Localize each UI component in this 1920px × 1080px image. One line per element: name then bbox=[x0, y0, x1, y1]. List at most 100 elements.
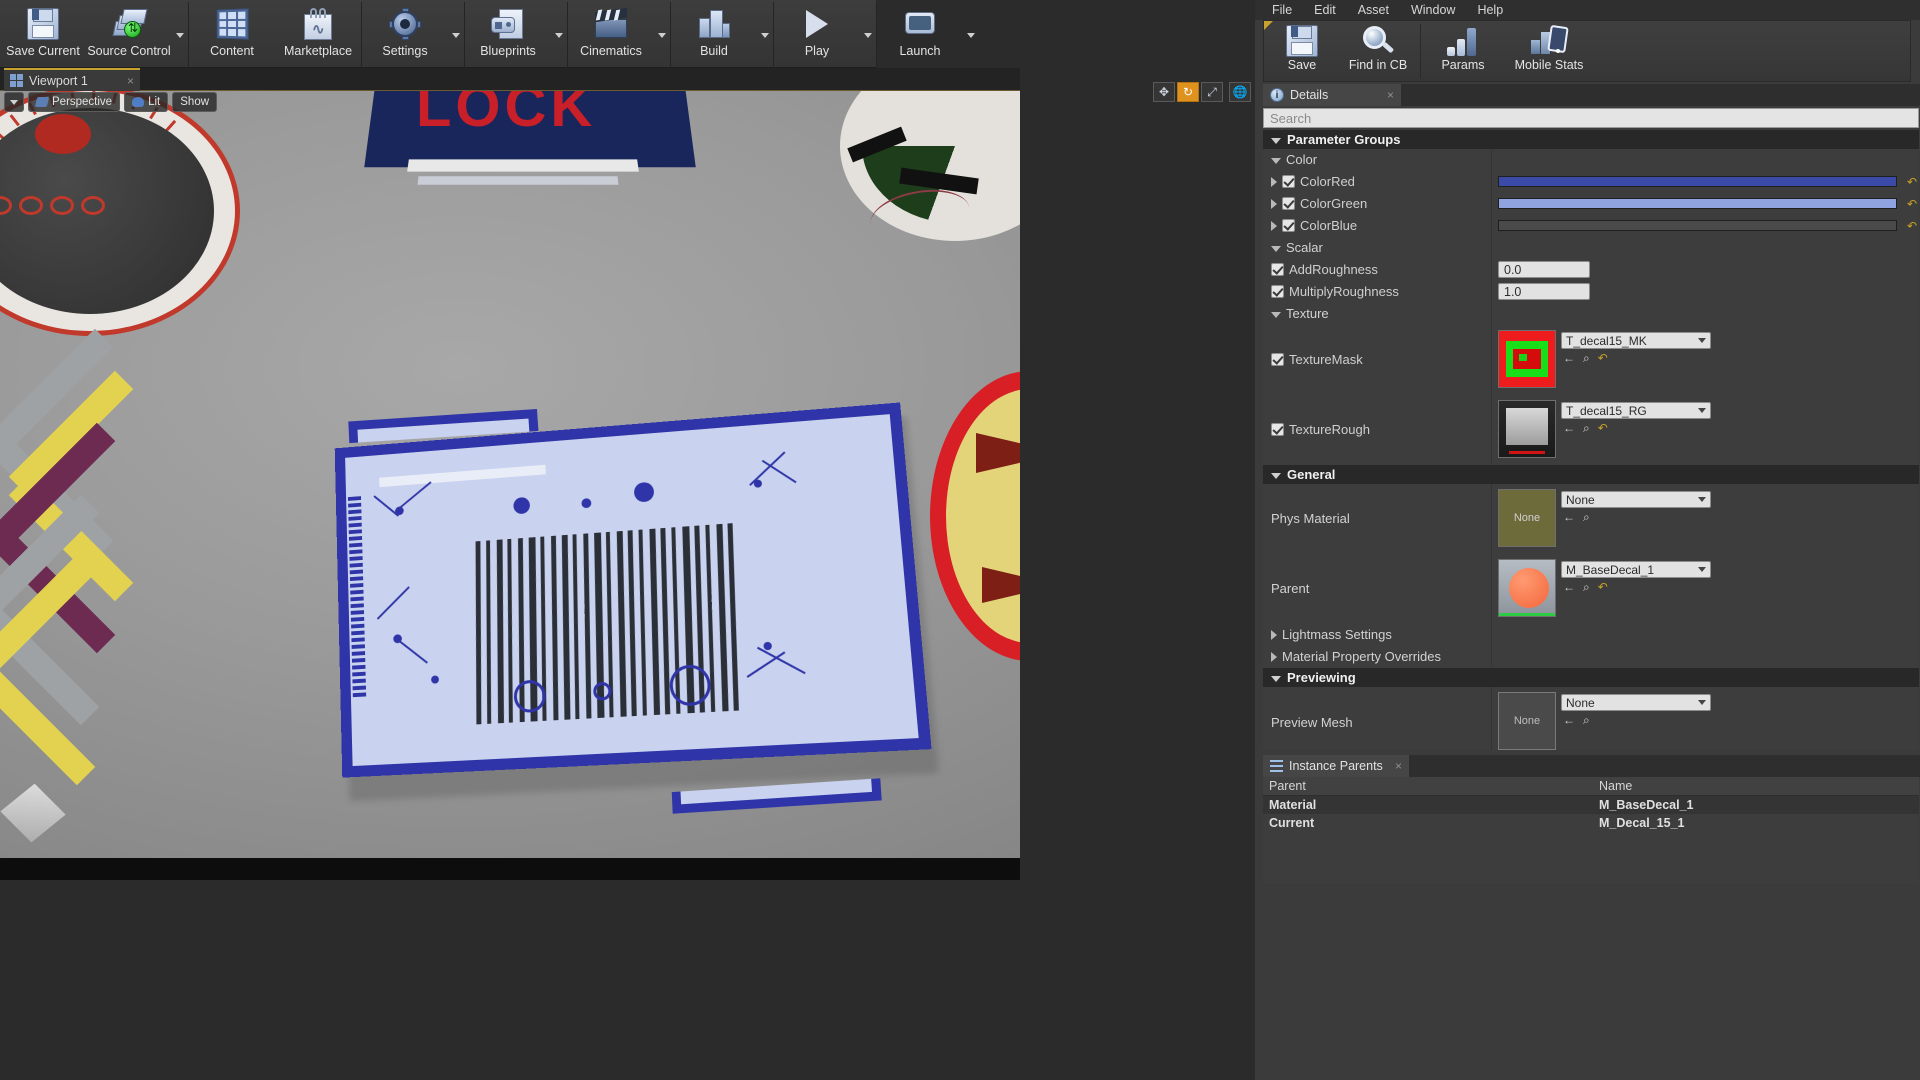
row-parent[interactable]: Parent M_BaseDecal_1 ← ⌕ ↶ bbox=[1263, 554, 1919, 624]
colorblue-checkbox[interactable] bbox=[1282, 219, 1295, 232]
addroughness-checkbox[interactable] bbox=[1271, 263, 1284, 276]
launch-button[interactable]: Launch bbox=[877, 2, 963, 66]
tab-viewport-1[interactable]: Viewport 1 × bbox=[4, 68, 140, 91]
param-texturemask[interactable]: TextureMask T_decal15_MK ← ⌕ ↶ bbox=[1263, 325, 1919, 395]
chevron-right-icon[interactable] bbox=[1271, 176, 1277, 187]
details-panel-body[interactable]: Parameter Groups Color ColorRed ↶ ColorG… bbox=[1263, 130, 1919, 750]
parent-browse-icon[interactable]: ⌕ bbox=[1583, 581, 1590, 593]
preview-mesh-use-selected-icon[interactable]: ← bbox=[1563, 714, 1575, 726]
phys-material-use-selected-icon[interactable]: ← bbox=[1563, 511, 1575, 523]
rotate-gizmo-icon[interactable]: ↻ bbox=[1177, 82, 1199, 102]
category-parameter-groups[interactable]: Parameter Groups bbox=[1263, 130, 1919, 149]
param-addroughness[interactable]: AddRoughness 0.0 bbox=[1263, 259, 1919, 281]
texturemask-use-selected-icon[interactable]: ← bbox=[1563, 352, 1575, 364]
row-phys-material[interactable]: Phys Material None None ← ⌕ bbox=[1263, 484, 1919, 554]
row-material-property-overrides[interactable]: Material Property Overrides bbox=[1263, 646, 1919, 668]
preview-mesh-thumbnail[interactable]: None bbox=[1498, 692, 1556, 750]
colorred-checkbox[interactable] bbox=[1282, 175, 1295, 188]
colorgreen-checkbox[interactable] bbox=[1282, 197, 1295, 210]
parent-thumbnail[interactable] bbox=[1498, 559, 1556, 617]
param-colorblue[interactable]: ColorBlue ↶ bbox=[1263, 215, 1919, 237]
save-current-button[interactable]: Save Current bbox=[0, 2, 86, 66]
show-flags-button[interactable]: Show bbox=[172, 92, 218, 112]
param-multiplyroughness[interactable]: MultiplyRoughness 1.0 bbox=[1263, 281, 1919, 303]
multiplyroughness-value-field[interactable]: 1.0 bbox=[1498, 283, 1590, 300]
menu-asset[interactable]: Asset bbox=[1347, 0, 1400, 20]
group-scalar[interactable]: Scalar bbox=[1263, 237, 1919, 259]
group-texture[interactable]: Texture bbox=[1263, 303, 1919, 325]
colorred-reset-icon[interactable]: ↶ bbox=[1907, 176, 1919, 188]
viewport-3d[interactable]: LOCK bbox=[0, 91, 1020, 880]
viewport-options-button[interactable] bbox=[4, 92, 24, 112]
settings-dropdown-caret[interactable] bbox=[448, 2, 464, 68]
preview-mesh-combo[interactable]: None bbox=[1561, 694, 1711, 711]
texturerough-browse-icon[interactable]: ⌕ bbox=[1583, 422, 1590, 434]
phys-material-combo[interactable]: None bbox=[1561, 491, 1711, 508]
phys-material-browse-icon[interactable]: ⌕ bbox=[1583, 511, 1590, 523]
instance-parents-tab-close-icon[interactable]: × bbox=[1395, 759, 1402, 773]
content-button[interactable]: Content bbox=[189, 2, 275, 66]
cinematics-button[interactable]: Cinematics bbox=[568, 2, 654, 66]
world-coords-icon[interactable]: 🌐 bbox=[1229, 82, 1251, 102]
multiplyroughness-checkbox[interactable] bbox=[1271, 285, 1284, 298]
colorgreen-reset-icon[interactable]: ↶ bbox=[1907, 198, 1919, 210]
menu-window[interactable]: Window bbox=[1400, 0, 1466, 20]
camera-perspective-button[interactable]: Perspective bbox=[28, 92, 121, 112]
menu-help[interactable]: Help bbox=[1466, 0, 1514, 20]
row-preview-mesh[interactable]: Preview Mesh None None ← ⌕ bbox=[1263, 687, 1919, 750]
phys-material-thumbnail[interactable]: None bbox=[1498, 489, 1556, 547]
param-colorred[interactable]: ColorRed ↶ bbox=[1263, 171, 1919, 193]
category-previewing[interactable]: Previewing bbox=[1263, 668, 1919, 687]
column-header-name[interactable]: Name bbox=[1593, 777, 1919, 795]
find-in-cb-button[interactable]: Find in CB bbox=[1340, 21, 1416, 81]
save-button[interactable]: Save bbox=[1264, 21, 1340, 81]
texturemask-checkbox[interactable] bbox=[1271, 353, 1284, 366]
tab-details[interactable]: i Details × bbox=[1263, 84, 1401, 106]
parent-asset-combo[interactable]: M_BaseDecal_1 bbox=[1561, 561, 1711, 578]
launch-dropdown-caret[interactable] bbox=[963, 2, 979, 68]
texturemask-thumbnail[interactable] bbox=[1498, 330, 1556, 388]
menu-edit[interactable]: Edit bbox=[1303, 0, 1347, 20]
menu-file[interactable]: File bbox=[1261, 0, 1303, 20]
param-texturerough[interactable]: TextureRough T_decal15_RG ← ⌕ ↶ bbox=[1263, 395, 1919, 465]
details-tab-close-icon[interactable]: × bbox=[1387, 88, 1394, 102]
preview-mesh-browse-icon[interactable]: ⌕ bbox=[1583, 714, 1590, 726]
params-button[interactable]: Params bbox=[1425, 21, 1501, 81]
table-row[interactable]: Current M_Decal_15_1 bbox=[1263, 814, 1919, 832]
tab-instance-parents[interactable]: Instance Parents × bbox=[1263, 755, 1409, 777]
param-colorgreen[interactable]: ColorGreen ↶ bbox=[1263, 193, 1919, 215]
texturerough-use-selected-icon[interactable]: ← bbox=[1563, 422, 1575, 434]
parent-use-selected-icon[interactable]: ← bbox=[1563, 581, 1575, 593]
blueprints-dropdown-caret[interactable] bbox=[551, 2, 567, 68]
chevron-right-icon[interactable] bbox=[1271, 198, 1277, 209]
texturemask-browse-icon[interactable]: ⌕ bbox=[1583, 352, 1590, 364]
column-header-parent[interactable]: Parent bbox=[1263, 777, 1593, 795]
view-mode-lit-button[interactable]: Lit bbox=[124, 92, 169, 112]
marketplace-button[interactable]: ∿ Marketplace bbox=[275, 2, 361, 66]
build-dropdown-caret[interactable] bbox=[757, 2, 773, 68]
colorgreen-color-swatch[interactable] bbox=[1498, 198, 1897, 209]
colorblue-color-swatch[interactable] bbox=[1498, 220, 1897, 231]
table-row[interactable]: Material M_BaseDecal_1 bbox=[1263, 796, 1919, 814]
play-dropdown-caret[interactable] bbox=[860, 2, 876, 68]
play-button[interactable]: Play bbox=[774, 2, 860, 66]
colorred-color-swatch[interactable] bbox=[1498, 176, 1897, 187]
build-button[interactable]: Build bbox=[671, 2, 757, 66]
row-lightmass-settings[interactable]: Lightmass Settings bbox=[1263, 624, 1919, 646]
colorblue-reset-icon[interactable]: ↶ bbox=[1907, 220, 1919, 232]
parent-reset-icon[interactable]: ↶ bbox=[1598, 581, 1608, 593]
viewport-tab-close-icon[interactable]: × bbox=[127, 74, 134, 88]
texturemask-reset-icon[interactable]: ↶ bbox=[1598, 352, 1608, 364]
texturerough-asset-combo[interactable]: T_decal15_RG bbox=[1561, 402, 1711, 419]
settings-button[interactable]: Settings bbox=[362, 2, 448, 66]
texturerough-checkbox[interactable] bbox=[1271, 423, 1284, 436]
texturemask-asset-combo[interactable]: T_decal15_MK bbox=[1561, 332, 1711, 349]
chevron-right-icon[interactable] bbox=[1271, 220, 1277, 231]
category-general[interactable]: General bbox=[1263, 465, 1919, 484]
move-gizmo-icon[interactable]: ✥ bbox=[1153, 82, 1175, 102]
search-input[interactable] bbox=[1263, 108, 1919, 128]
group-color[interactable]: Color bbox=[1263, 149, 1919, 171]
mobile-stats-button[interactable]: Mobile Stats bbox=[1501, 21, 1597, 81]
source-control-button[interactable]: Source Control bbox=[86, 2, 172, 66]
texturerough-reset-icon[interactable]: ↶ bbox=[1598, 422, 1608, 434]
